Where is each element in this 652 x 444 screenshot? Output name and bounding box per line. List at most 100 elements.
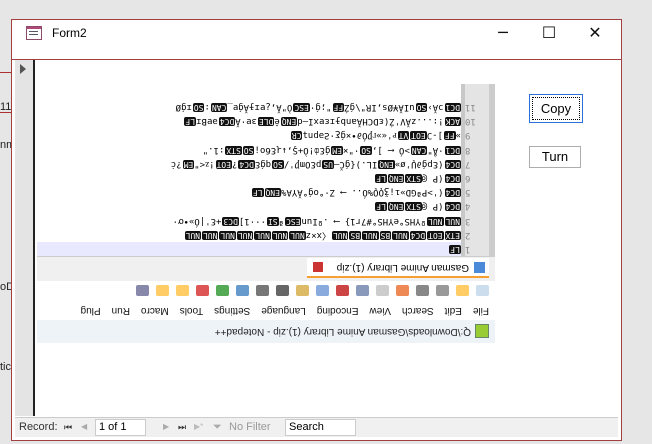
control-char-token: ENQ — [264, 188, 281, 198]
text-segment: 〈x×z — [305, 229, 331, 240]
background-fragment: tic — [0, 361, 11, 373]
form-icon — [26, 26, 42, 40]
copy-button[interactable]: Copy — [529, 94, 583, 123]
minimize-button[interactable]: ─ — [480, 20, 526, 48]
control-char-token: FF — [332, 103, 345, 113]
notepad-menu-item: Search — [401, 305, 434, 316]
next-record-button[interactable]: ▶ — [163, 422, 169, 431]
first-record-button[interactable]: ⏮ — [64, 422, 72, 433]
control-char-token: LF — [251, 188, 264, 198]
line-number: 7 — [465, 158, 471, 169]
toolbar-icon — [436, 285, 449, 297]
control-char-token: ETX — [444, 230, 461, 240]
current-record-field[interactable]: 1 of 1 — [95, 419, 146, 436]
toolbar-icon — [376, 285, 389, 297]
control-char-token: CR — [290, 131, 303, 141]
control-char-token: EOT — [427, 230, 444, 240]
notepad-icon — [475, 324, 489, 338]
control-char-token: NUL — [362, 230, 379, 240]
control-char-token: VT — [397, 131, 410, 141]
control-char-token: ENQ — [378, 159, 395, 169]
control-char-token: ENQ — [280, 117, 298, 127]
notepad-menu-item: Tools — [179, 305, 204, 316]
notepad-tabs: Gasman Anime Library (1).zip — [37, 256, 495, 281]
control-char-token: NUL — [219, 230, 236, 240]
new-record-button[interactable]: ▶* — [194, 422, 203, 431]
control-char-token: DC4 — [409, 230, 427, 240]
editor-line: DC1ɔĂ›SOuIĂ¥Øs,IR"\ǵŹFF";ǵ·ESCÒ"Ă,¿ɐɪɟĂǵ… — [37, 100, 461, 114]
line-number: 2 — [465, 229, 471, 240]
text-segment: >Ó ⟵ ], — [371, 144, 410, 155]
toolbar-icon — [476, 285, 489, 297]
window-title: Form2 — [52, 26, 87, 40]
current-record-arrow-icon — [20, 64, 26, 74]
text-segment: (P @ — [421, 201, 444, 212]
toolbar-icon — [196, 285, 209, 297]
editor-line: DC4(P @STXENQLF — [37, 199, 461, 213]
control-char-token: CAN — [210, 103, 228, 113]
maximize-button[interactable]: ☐ — [526, 20, 572, 48]
no-filter-button[interactable]: No Filter — [229, 421, 271, 433]
line-number: 6 — [465, 173, 471, 184]
notepad-menu: File Edit Search View Encoding Language Settin… — [37, 301, 495, 320]
toolbar-icon — [176, 285, 189, 297]
editor-line: DC1·Å"CAN>Ó ⟵ ],SO·"×EMǵƐȸ!Ò+Ş,↓ɻƐ6o¡SOS… — [37, 143, 461, 157]
editor-line: DC4(Ɛpǵ∂Ų'ø»ENQIL.){ǵČ—USpƐOmǷ'/SOqǵƐDC4… — [37, 157, 461, 171]
notepad-menu-item: Edit — [444, 305, 462, 316]
text-segment: ºYHS°eYHS°#7r1} ⟶ .ºIun — [301, 215, 427, 226]
text-segment: (P @ — [421, 173, 444, 184]
last-record-button[interactable]: ⏭ — [178, 422, 186, 433]
notepad-menu-item: Settings — [214, 305, 251, 316]
search-input[interactable]: Search — [285, 419, 356, 436]
filter-icon: ⏷ — [213, 421, 222, 433]
line-number: 5 — [465, 187, 471, 198]
text-segment: pƐOmǷ'/ — [283, 158, 322, 169]
form2-window: Form2 ─ ☐ ✕ Q:\Downloads\Gasman Anime Li… — [11, 19, 622, 441]
text-segment: ǵƐȸ!Ò+Ş,↓ɻƐ6o¡ — [254, 144, 331, 155]
control-char-token: SO — [415, 103, 428, 113]
line-number: 3 — [465, 215, 471, 226]
text-segment: ɔĂ› — [427, 102, 444, 113]
notepad-menu-item: Language — [261, 305, 306, 316]
notepad-menu-item: Macro — [140, 305, 169, 316]
background-divider — [0, 112, 11, 113]
control-char-token: DC4 — [238, 159, 255, 169]
close-button[interactable]: ✕ — [572, 20, 618, 48]
turn-button[interactable]: Turn — [529, 146, 581, 168]
title-bar: Form2 ─ ☐ ✕ — [12, 20, 621, 60]
control-char-token: DC4 — [444, 159, 461, 169]
editor-line: NULNULºYHS°eYHS°#7r1} ⟶ .ºIunESCªSI···1]… — [37, 213, 461, 227]
previous-record-button[interactable]: ◀ — [81, 422, 87, 431]
text-segment: ª — [278, 215, 285, 226]
editor-line: DC4('>PªGD»ı¡ǯǪǪ%Ó.. ⟶ Z·°oǵ°ĂYA%ENQLF — [37, 185, 461, 199]
control-char-token: SO — [272, 159, 284, 169]
notepad-toolbar — [37, 281, 495, 301]
text-segment: : — [204, 102, 210, 113]
editor-line: DC4(P @STXENQLF — [37, 171, 461, 185]
notepad-menu-item: Run — [111, 305, 130, 316]
control-char-token: EOT — [215, 159, 232, 169]
text-segment: ? — [231, 158, 238, 169]
control-char-token: NUL — [289, 230, 306, 240]
control-char-token: ESC — [293, 103, 310, 113]
control-char-token: EM — [182, 159, 195, 169]
notepad-menu-item: File — [472, 305, 489, 316]
notepad-editor: 1 2 3 4 5 6 7 8 9 10 11 LF ETXEOTDC4NULBSNULBSNUL〈x… — [37, 84, 495, 256]
notepad-menu-item: Plug — [80, 305, 101, 316]
rotated-image: Q:\Downloads\Gasman Anime Library (1).zi… — [37, 84, 495, 343]
control-char-token: NUL — [254, 230, 271, 240]
text-segment: !:...zĂV'Ź(ɛDCHĂanbɟɪɛɐxI—d — [297, 116, 444, 127]
text-segment: !ᴢ<" — [194, 158, 215, 169]
control-char-token: DC1 — [444, 103, 461, 113]
text-segment: qǵƐ — [254, 158, 272, 169]
control-char-token: EOT — [410, 131, 427, 141]
control-char-token: STX — [225, 145, 242, 155]
text-segment: ";ǵ· — [309, 102, 332, 113]
control-char-token: SI — [266, 216, 279, 226]
line-number: 8 — [465, 144, 471, 155]
toolbar-icon — [216, 285, 229, 297]
control-char-token: NUL — [236, 230, 254, 240]
control-char-token: LF — [375, 174, 387, 184]
toolbar-icon — [236, 285, 249, 297]
record-selector[interactable] — [15, 60, 35, 416]
